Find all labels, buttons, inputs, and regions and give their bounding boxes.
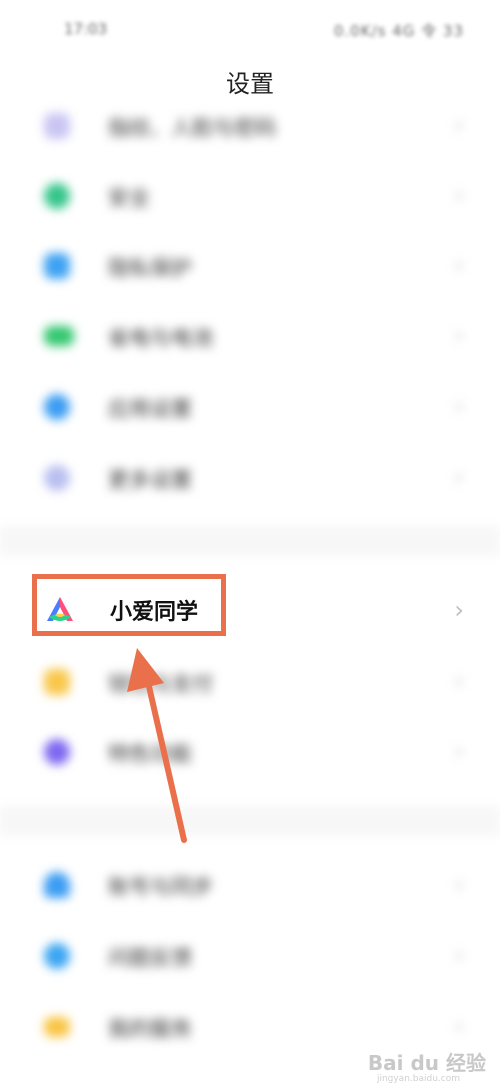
settings-item-apps[interactable]: 应用设置 ›	[0, 377, 500, 437]
section-divider	[0, 526, 500, 556]
settings-item-account[interactable]: 账号与同步 ›	[0, 855, 500, 915]
chevron-right-icon: ›	[454, 111, 464, 139]
watermark-site: jingyan.baidu.com	[376, 1074, 460, 1084]
chevron-right-icon: ›	[454, 463, 464, 491]
features-icon	[44, 739, 70, 765]
more-icon	[44, 465, 70, 491]
settings-item-label: 账号与同步	[108, 875, 213, 899]
settings-item-label: 问题反馈	[108, 946, 192, 970]
settings-item-label: 应用设置	[108, 397, 192, 421]
battery-icon	[44, 326, 74, 346]
settings-item-label: 安全	[108, 186, 150, 210]
settings-item-label: 更多设置	[108, 468, 192, 492]
shield-icon	[44, 183, 70, 209]
settings-item-more[interactable]: 更多设置 ›	[0, 448, 500, 508]
xiaoai-icon	[47, 597, 73, 621]
chevron-right-icon: ›	[454, 321, 464, 349]
chevron-right-icon: ›	[454, 870, 464, 898]
settings-item-battery[interactable]: 省电与电池 ›	[0, 306, 500, 366]
chevron-right-icon: ›	[454, 596, 464, 624]
settings-item-feedback[interactable]: 问题反馈 ›	[0, 926, 500, 986]
status-bar: 17:03 0.0K/s 4G 令 33	[0, 0, 500, 56]
status-time: 17:03	[64, 20, 108, 38]
settings-item-label: 小爱同学	[110, 600, 199, 625]
wallet-icon	[44, 669, 70, 695]
feedback-icon	[44, 943, 70, 969]
account-icon	[44, 872, 70, 898]
chevron-right-icon: ›	[454, 251, 464, 279]
settings-item-privacy[interactable]: 隐私保护 ›	[0, 236, 500, 296]
page-title: 设置	[226, 70, 274, 98]
chevron-right-icon: ›	[454, 1012, 464, 1040]
chevron-right-icon: ›	[454, 737, 464, 765]
apps-icon	[44, 394, 70, 420]
settings-item-fingerprint[interactable]: 指纹、人脸与密码 ›	[0, 96, 500, 156]
chevron-right-icon: ›	[454, 181, 464, 209]
chevron-right-icon: ›	[454, 667, 464, 695]
fingerprint-icon	[44, 113, 70, 139]
service-icon	[44, 1017, 70, 1037]
settings-item-label: 钱包与支付	[108, 672, 213, 696]
watermark-logo: Bai du 经验	[367, 1051, 486, 1075]
settings-item-label: 省电与电池	[108, 326, 213, 350]
settings-item-label: 指纹、人脸与密码	[108, 116, 276, 140]
section-divider	[0, 806, 500, 836]
chevron-right-icon: ›	[454, 941, 464, 969]
settings-item-wallet[interactable]: 钱包与支付 ›	[0, 652, 500, 712]
settings-item-label: 我的服务	[108, 1017, 192, 1041]
settings-item-features[interactable]: 特色功能 ›	[0, 722, 500, 782]
settings-item-label: 隐私保护	[108, 256, 192, 280]
settings-item-xiaoai[interactable]: 小爱同学 ›	[0, 574, 500, 650]
chevron-right-icon: ›	[454, 392, 464, 420]
settings-item-security[interactable]: 安全 ›	[0, 166, 500, 226]
privacy-icon	[44, 253, 70, 279]
settings-item-label: 特色功能	[108, 742, 192, 766]
status-indicators: 0.0K/s 4G 令 33	[333, 22, 464, 40]
